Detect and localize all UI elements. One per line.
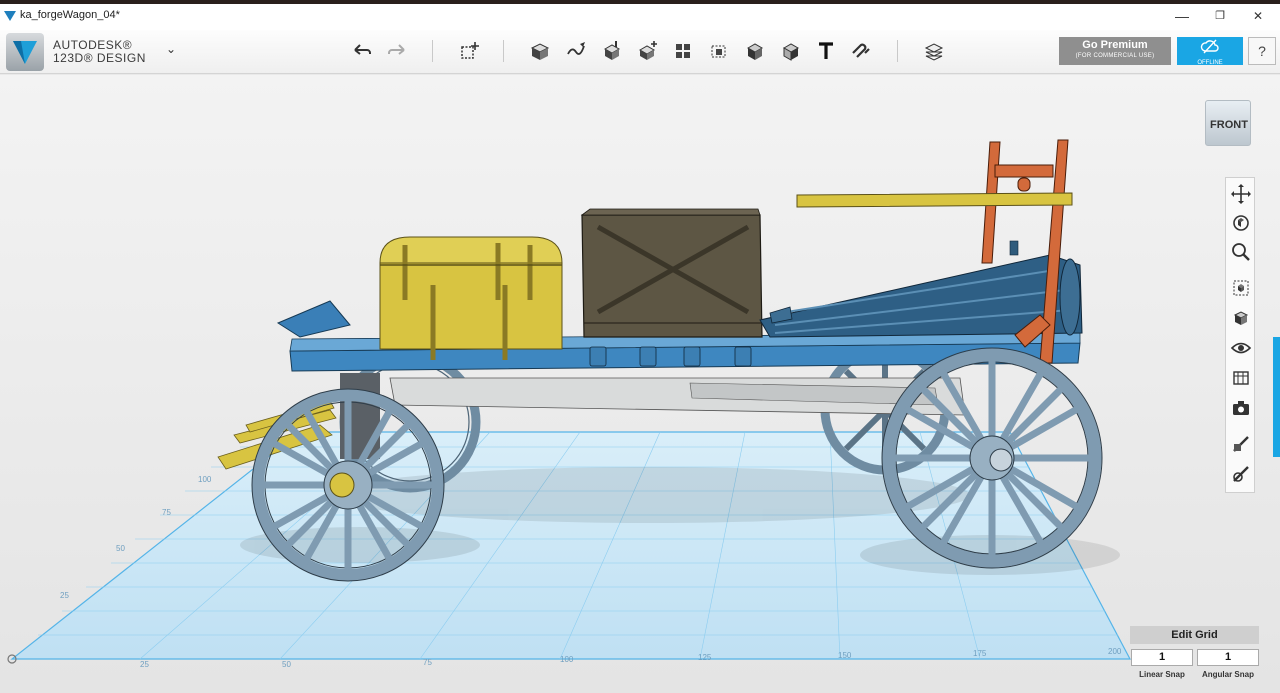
axis-label: 100 [560, 655, 574, 664]
help-button[interactable]: ? [1248, 37, 1276, 65]
orbit-icon[interactable] [1229, 211, 1253, 235]
side-panel-handle[interactable] [1273, 337, 1280, 457]
axis-label: 75 [162, 508, 171, 517]
construct-icon[interactable] [562, 38, 590, 64]
cloud-offline-icon [1200, 39, 1219, 54]
chevron-down-icon[interactable]: ⌄ [163, 42, 179, 56]
linear-snap-field[interactable]: 1 [1131, 649, 1193, 666]
grid-controls: Edit Grid 1 1 Linear Snap Angular Snap [1130, 626, 1259, 681]
toolbar-separator [897, 40, 898, 62]
axis-label: 125 [698, 653, 712, 662]
front-right-wheel[interactable] [881, 347, 1103, 569]
title-bar: ka_forgeWagon_04* — ❐ ✕ [0, 0, 1280, 30]
brand-autodesk: AUTODESK® [53, 38, 133, 52]
material-display-icon[interactable] [1229, 366, 1253, 390]
sketch-icon[interactable] [526, 38, 554, 64]
zoom-icon[interactable] [1229, 240, 1253, 264]
view-cube[interactable]: FRONT [1205, 100, 1251, 146]
treasure-chest[interactable] [379, 236, 563, 360]
app-icon [4, 11, 16, 21]
minimize-button[interactable]: — [1167, 6, 1197, 26]
front-left-wheel[interactable] [251, 388, 445, 582]
combine-icon[interactable] [705, 38, 733, 64]
3d-viewport[interactable]: 25 50 75 100 125 150 175 200 100 75 50 2… [0, 75, 1280, 693]
autodesk-logo-icon [13, 41, 37, 64]
visibility-icon[interactable] [1229, 336, 1253, 360]
main-toolbar: AUTODESK® 123D® DESIGN ⌄ Go Premium (FOR… [0, 30, 1280, 74]
measure-icon[interactable] [741, 38, 769, 64]
app-menu-button[interactable] [6, 33, 44, 71]
layers-icon[interactable] [920, 38, 948, 64]
edit-tool-2-icon[interactable] [1229, 462, 1253, 486]
close-button[interactable]: ✕ [1243, 6, 1273, 26]
axis-label: 75 [423, 658, 432, 667]
model-scene[interactable] [0, 75, 1280, 693]
view-cube-face-label: FRONT [1210, 119, 1248, 131]
angular-snap-label: Angular Snap [1201, 670, 1254, 679]
angular-snap-field[interactable]: 1 [1197, 649, 1259, 666]
fit-icon[interactable] [1229, 276, 1253, 300]
go-premium-button[interactable]: Go Premium (FOR COMMERCIAL USE) [1059, 37, 1171, 65]
offline-button[interactable]: OFFLINE [1177, 37, 1243, 66]
axis-label: 25 [140, 660, 149, 669]
edit-grid-button[interactable]: Edit Grid [1130, 626, 1259, 644]
edit-tool-icon[interactable] [1229, 432, 1253, 456]
axis-label: 150 [838, 651, 852, 660]
toolbar-separator [432, 40, 433, 62]
toolbar-separator [503, 40, 504, 62]
axis-label: 50 [116, 544, 125, 553]
axis-label: 200 [1108, 647, 1122, 656]
offline-label: OFFLINE [1197, 60, 1223, 66]
brand-product: 123D® DESIGN [53, 51, 146, 65]
primitives-icon[interactable] [455, 38, 483, 64]
screenshot-icon[interactable] [1229, 396, 1253, 420]
modify-icon[interactable] [598, 38, 626, 64]
premium-label: Go Premium [1082, 39, 1148, 51]
snap-icon[interactable] [848, 38, 876, 64]
window-title: ka_forgeWagon_04* [20, 9, 120, 21]
material-icon[interactable] [777, 38, 805, 64]
desktop-strip [0, 0, 1280, 4]
navigation-bar [1225, 177, 1255, 493]
maximize-button[interactable]: ❐ [1205, 6, 1235, 26]
redo-icon[interactable] [383, 38, 411, 64]
pattern-icon[interactable] [634, 38, 662, 64]
wooden-crate[interactable] [580, 208, 763, 338]
axis-label: 175 [973, 649, 987, 658]
text-icon[interactable] [812, 38, 840, 64]
linear-snap-label: Linear Snap [1139, 670, 1185, 679]
grouping-icon[interactable] [669, 38, 697, 64]
pan-icon[interactable] [1229, 182, 1253, 206]
axis-label: 100 [198, 475, 212, 484]
undo-icon[interactable] [348, 38, 376, 64]
crossbar-beam [796, 192, 1073, 208]
axis-label: 25 [60, 591, 69, 600]
axis-label: 50 [282, 660, 291, 669]
premium-sub-label: (FOR COMMERCIAL USE) [1075, 53, 1155, 59]
views-icon[interactable] [1229, 306, 1253, 330]
